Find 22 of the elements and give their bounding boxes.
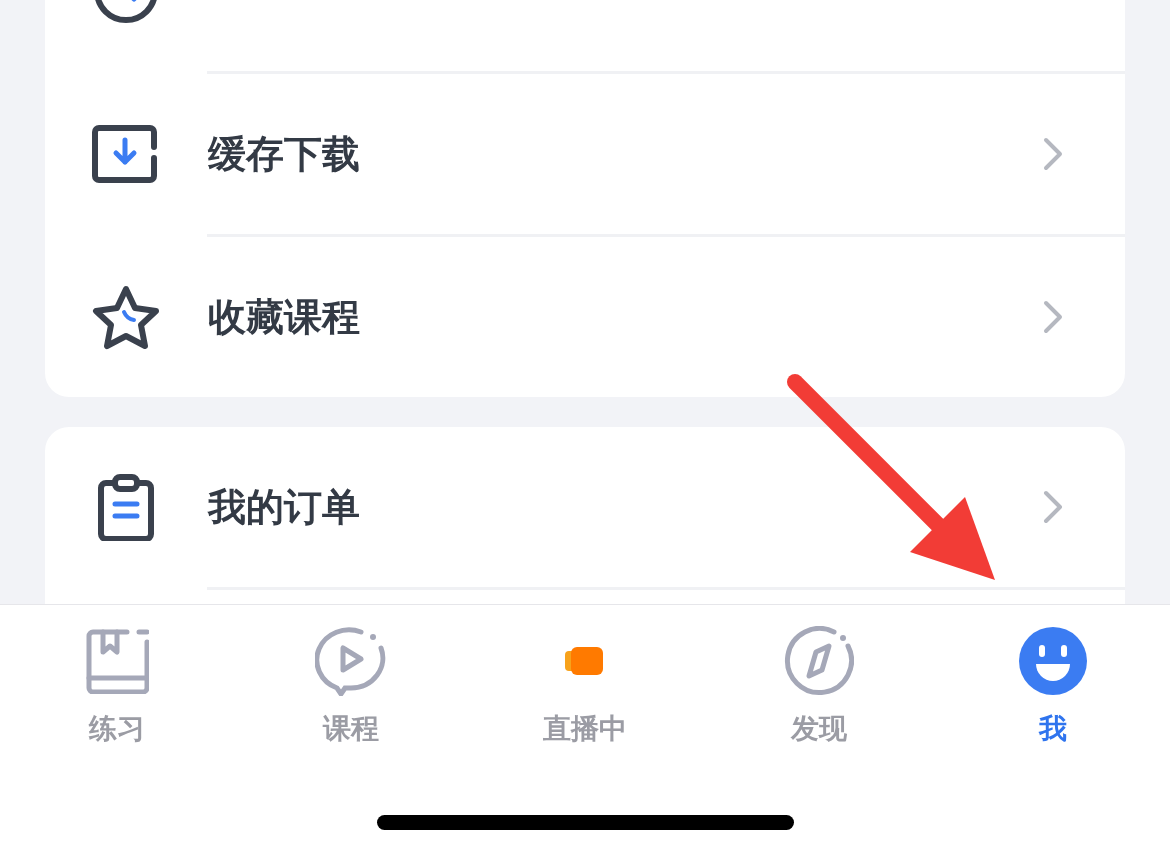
clipboard-icon <box>97 473 155 541</box>
tab[interactable]: 发现 <box>702 625 936 747</box>
menu-label: 缓存下载 <box>208 130 361 178</box>
live-icon <box>565 645 605 677</box>
menu-item[interactable]: 收藏课程 <box>45 237 1125 397</box>
compass-icon <box>784 626 854 696</box>
menu-item[interactable]: 我的订单 <box>45 427 1125 587</box>
smiley-icon <box>1018 626 1088 696</box>
star-icon <box>92 284 160 350</box>
download-icon <box>92 125 160 183</box>
menu-label: 我的订单 <box>208 483 361 531</box>
tab[interactable]: 课程 <box>234 625 468 747</box>
book-icon <box>85 628 149 694</box>
tab[interactable]: 练习 <box>0 625 234 747</box>
tab[interactable]: 我 <box>936 625 1170 747</box>
tab[interactable]: 直播中 <box>468 625 702 747</box>
menu-label: 收藏课程 <box>208 293 361 341</box>
chevron-icon <box>1043 137 1063 171</box>
menu-item[interactable]: 缓存下载 <box>45 74 1125 234</box>
chevron-icon <box>1043 300 1063 334</box>
chevron-icon <box>1043 490 1063 524</box>
play-bubble-icon <box>315 626 387 696</box>
